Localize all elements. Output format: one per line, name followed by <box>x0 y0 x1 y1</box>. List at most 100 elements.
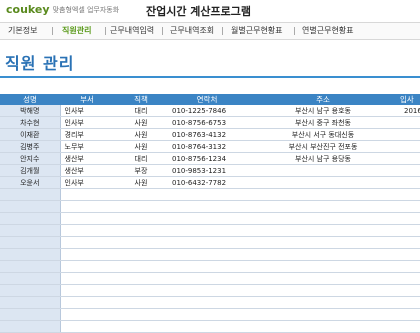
empty-cell[interactable] <box>60 272 114 285</box>
empty-cell[interactable] <box>0 320 61 333</box>
cell-position[interactable]: 사원 <box>114 140 168 153</box>
cell-phone[interactable]: 010-9853-1231 <box>168 164 246 177</box>
empty-cell[interactable] <box>246 320 400 333</box>
empty-cell[interactable] <box>168 320 246 333</box>
cell-position[interactable]: 사원 <box>114 116 168 129</box>
empty-cell[interactable] <box>0 284 61 297</box>
cell-phone[interactable]: 010-8763-4132 <box>168 128 246 141</box>
empty-cell[interactable] <box>400 248 420 261</box>
empty-row[interactable] <box>0 200 420 213</box>
empty-cell[interactable] <box>114 212 168 225</box>
cell-hire-date[interactable] <box>400 116 420 129</box>
empty-cell[interactable] <box>114 284 168 297</box>
cell-position[interactable]: 사원 <box>114 128 168 141</box>
empty-cell[interactable] <box>60 188 114 201</box>
cell-hire-date[interactable]: 2016-0 <box>400 105 420 117</box>
cell-phone[interactable]: 010-8764-3132 <box>168 140 246 153</box>
tab-monthly-report[interactable]: 월별근무현황표 <box>231 25 283 36</box>
empty-cell[interactable] <box>0 212 61 225</box>
column-header-name[interactable]: 성명 <box>0 94 60 105</box>
table-row[interactable]: 김개월 생산부 부장 010-9853-1231 <box>0 164 420 177</box>
empty-cell[interactable] <box>246 236 400 249</box>
empty-cell[interactable] <box>168 272 246 285</box>
empty-row[interactable] <box>0 212 420 225</box>
empty-cell[interactable] <box>400 284 420 297</box>
empty-cell[interactable] <box>114 236 168 249</box>
empty-cell[interactable] <box>114 296 168 309</box>
table-row[interactable]: 이재환 경리부 사원 010-8763-4132 부산시 서구 동대신동 <box>0 128 420 141</box>
cell-phone[interactable]: 010-8756-1234 <box>168 152 246 165</box>
empty-cell[interactable] <box>246 200 400 213</box>
cell-address[interactable]: 부산시 중구 좌천동 <box>246 116 400 129</box>
cell-address[interactable]: 부산시 부산진구 전포동 <box>246 140 400 153</box>
empty-cell[interactable] <box>60 224 114 237</box>
tab-basic-info[interactable]: 기본정보 <box>8 25 37 36</box>
column-header-position[interactable]: 직책 <box>114 94 168 105</box>
cell-name[interactable]: 이재환 <box>0 128 61 141</box>
empty-cell[interactable] <box>60 236 114 249</box>
empty-cell[interactable] <box>168 236 246 249</box>
empty-cell[interactable] <box>0 260 61 273</box>
empty-cell[interactable] <box>114 272 168 285</box>
empty-cell[interactable] <box>400 260 420 273</box>
cell-name[interactable]: 김개월 <box>0 164 61 177</box>
empty-cell[interactable] <box>400 236 420 249</box>
cell-hire-date[interactable] <box>400 176 420 189</box>
empty-cell[interactable] <box>400 320 420 333</box>
table-row[interactable]: 차수현 인사부 사원 010-8756-6753 부산시 중구 좌천동 <box>0 116 420 129</box>
empty-cell[interactable] <box>246 272 400 285</box>
empty-cell[interactable] <box>0 200 61 213</box>
empty-cell[interactable] <box>0 272 61 285</box>
cell-name[interactable]: 차수현 <box>0 116 61 129</box>
empty-cell[interactable] <box>246 260 400 273</box>
empty-cell[interactable] <box>0 236 61 249</box>
empty-cell[interactable] <box>168 224 246 237</box>
empty-cell[interactable] <box>60 260 114 273</box>
cell-name[interactable]: 안지수 <box>0 152 61 165</box>
empty-cell[interactable] <box>168 260 246 273</box>
empty-cell[interactable] <box>114 200 168 213</box>
empty-cell[interactable] <box>246 212 400 225</box>
cell-hire-date[interactable] <box>400 152 420 165</box>
cell-position[interactable]: 사원 <box>114 176 168 189</box>
empty-cell[interactable] <box>114 224 168 237</box>
empty-cell[interactable] <box>0 248 61 261</box>
empty-cell[interactable] <box>60 200 114 213</box>
cell-address[interactable]: 부산시 남구 용당동 <box>246 152 400 165</box>
empty-cell[interactable] <box>0 296 61 309</box>
cell-name[interactable]: 오윤서 <box>0 176 61 189</box>
empty-cell[interactable] <box>400 200 420 213</box>
cell-phone[interactable]: 010-8756-6753 <box>168 116 246 129</box>
table-row[interactable]: 박해명 인사부 대리 010-1225-7846 부산시 남구 용호동 2016… <box>0 105 420 117</box>
empty-cell[interactable] <box>168 296 246 309</box>
cell-name[interactable]: 박해명 <box>0 105 61 117</box>
empty-row[interactable] <box>0 248 420 261</box>
column-header-address[interactable]: 주소 <box>246 94 400 105</box>
empty-cell[interactable] <box>246 224 400 237</box>
table-row[interactable]: 김병주 노무부 사원 010-8764-3132 부산시 부산진구 전포동 <box>0 140 420 153</box>
empty-cell[interactable] <box>400 212 420 225</box>
table-row[interactable]: 오윤서 인사부 사원 010-6432-7782 <box>0 176 420 189</box>
cell-position[interactable]: 대리 <box>114 105 168 117</box>
empty-cell[interactable] <box>168 188 246 201</box>
cell-name[interactable]: 김병주 <box>0 140 61 153</box>
tab-work-entry[interactable]: 근무내역입력 <box>110 25 154 36</box>
cell-hire-date[interactable] <box>400 128 420 141</box>
empty-row[interactable] <box>0 272 420 285</box>
empty-cell[interactable] <box>246 284 400 297</box>
column-header-hire-date[interactable]: 입사 <box>400 94 420 105</box>
cell-position[interactable]: 대리 <box>114 152 168 165</box>
cell-address[interactable]: 부산시 남구 용호동 <box>246 105 400 117</box>
cell-department[interactable]: 인사부 <box>60 176 114 189</box>
empty-cell[interactable] <box>114 320 168 333</box>
empty-cell[interactable] <box>60 320 114 333</box>
empty-cell[interactable] <box>400 272 420 285</box>
empty-row[interactable] <box>0 296 420 309</box>
tab-yearly-report[interactable]: 연별근무현황표 <box>302 25 354 36</box>
cell-hire-date[interactable] <box>400 164 420 177</box>
cell-department[interactable]: 인사부 <box>60 105 114 117</box>
empty-cell[interactable] <box>246 296 400 309</box>
cell-address[interactable]: 부산시 서구 동대신동 <box>246 128 400 141</box>
empty-cell[interactable] <box>168 200 246 213</box>
empty-cell[interactable] <box>0 224 61 237</box>
